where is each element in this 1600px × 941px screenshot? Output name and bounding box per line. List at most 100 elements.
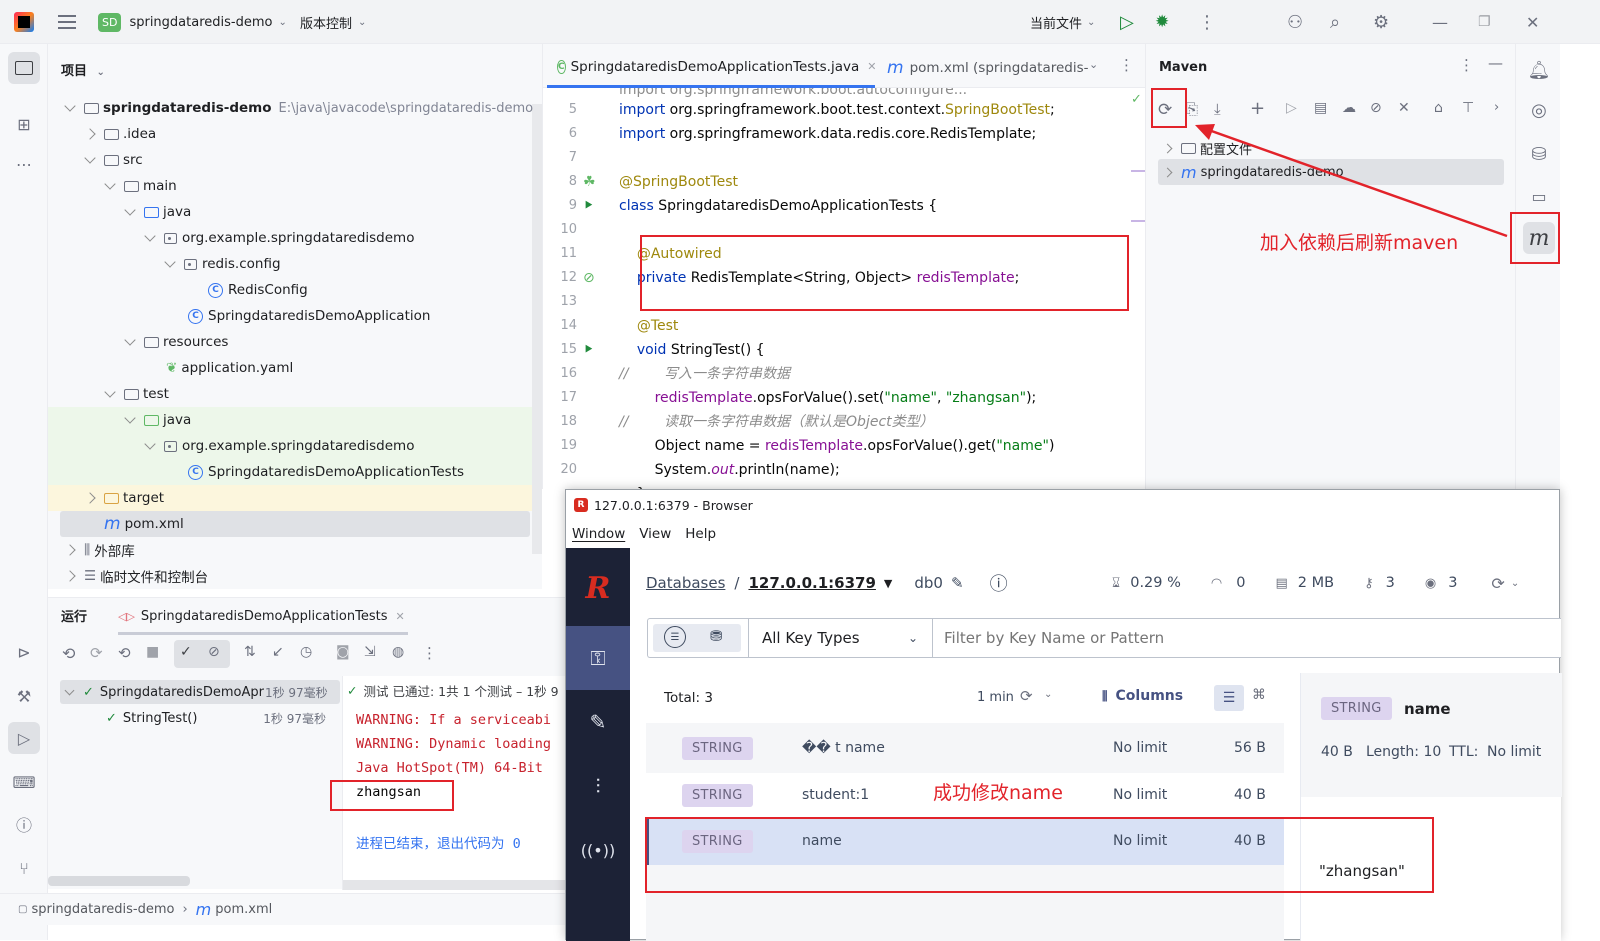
ai-assistant-icon[interactable]: ◎ <box>1523 94 1555 126</box>
close-icon[interactable]: ✕ <box>395 610 404 623</box>
tree-item-src[interactable]: src <box>84 147 143 173</box>
info-icon[interactable]: ⓘ <box>990 570 1008 596</box>
debug-icon[interactable]: ✹ <box>1155 0 1169 44</box>
analytics-icon[interactable]: ⫶ <box>566 754 630 818</box>
breadcrumb-project[interactable]: springdataredis-demo <box>31 902 174 917</box>
tree-item-java-main[interactable]: java <box>124 199 191 225</box>
tree-item-redis-config[interactable]: redis.config <box>164 251 281 277</box>
history-icon[interactable]: ◷ <box>300 644 312 660</box>
list-view-icon[interactable]: ☰ <box>664 626 686 648</box>
run-tool-icon[interactable]: ▷ <box>8 722 40 754</box>
show-ignored-icon[interactable]: ⊘ <box>208 644 220 660</box>
rerun-icon[interactable]: ⟲ <box>62 644 75 663</box>
run-test-gutter-icon[interactable]: ⯈ <box>583 338 594 362</box>
refresh-icon[interactable]: ⟳ <box>1020 687 1033 705</box>
run-tab-label[interactable]: 运行 <box>61 606 87 625</box>
run-icon[interactable]: ▷ <box>1120 0 1134 44</box>
services-icon[interactable]: ⊳ <box>8 636 40 668</box>
project-panel-title[interactable]: 项目 ⌄ <box>61 60 105 79</box>
tree-item-java-test[interactable]: java <box>124 407 191 433</box>
key-type-select[interactable]: All Key Types ⌄ <box>748 619 932 657</box>
breadcrumb-databases[interactable]: Databases <box>646 574 725 592</box>
detail-key-name[interactable]: name <box>1404 700 1451 718</box>
run-config-selector[interactable]: 当前文件 ⌄ <box>1030 0 1095 44</box>
show-passed-icon[interactable]: ✓ <box>180 644 192 660</box>
git-icon[interactable]: ⑂ <box>8 852 40 884</box>
tree-item-main[interactable]: main <box>104 173 177 199</box>
search-view-icon[interactable]: ⛃ <box>710 627 723 645</box>
tree-item-resources[interactable]: resources <box>124 329 228 355</box>
terminal-icon[interactable]: ⌨ <box>8 766 40 798</box>
caret-down-icon[interactable]: ▼ <box>884 577 892 590</box>
tree-item-redisconfig-class[interactable]: C RedisConfig <box>208 277 308 303</box>
structure-tool-icon[interactable]: ⊞ <box>8 108 40 140</box>
more-icon[interactable]: ⋮ <box>1459 56 1474 74</box>
key-filter-input[interactable] <box>944 625 1544 651</box>
run-config-tab[interactable]: ◁▷ SpringdataredisDemoApplicationTests ✕ <box>118 598 408 634</box>
tree-item-project-root[interactable]: springdataredis-demo E:\java\javacode\spr… <box>64 95 533 121</box>
close-icon[interactable]: ✕ <box>1526 0 1539 44</box>
settings-icon[interactable]: ⚙ <box>1373 0 1389 44</box>
run-test-gutter-icon[interactable]: ⯈ <box>583 194 594 218</box>
workbench-icon[interactable]: ✎ <box>566 690 630 754</box>
menu-view[interactable]: View <box>639 526 671 542</box>
vcs-menu[interactable]: 版本控制 ⌄ <box>300 0 366 44</box>
problems-icon[interactable]: ⓘ <box>8 808 40 840</box>
list-mode-icon[interactable]: ☰ <box>1214 685 1244 711</box>
console-scrollbar[interactable] <box>343 880 565 890</box>
project-tool-icon[interactable] <box>8 52 40 84</box>
test-tree-method[interactable]: ✓ StringTest() 1秒 97毫秒 <box>106 706 326 730</box>
tree-item-pom[interactable]: m pom.xml <box>104 511 184 537</box>
chevron-down-icon[interactable]: ⌄ <box>1044 689 1052 700</box>
build-icon[interactable]: ⚒ <box>8 680 40 712</box>
tree-item-test[interactable]: test <box>104 381 169 407</box>
chevron-down-icon[interactable]: ⌄ <box>1511 578 1519 589</box>
tree-item-scratches[interactable]: ☰ 临时文件和控制台 <box>64 563 208 589</box>
collapse-all-icon[interactable]: ↙ <box>272 644 284 660</box>
more-tools-icon[interactable]: ⋯ <box>8 148 40 180</box>
tree-item-package-main[interactable]: org.example.springdataredisdemo <box>144 225 414 251</box>
more-icon[interactable]: ⋮ <box>1119 56 1134 74</box>
redis-home-logo-icon[interactable]: R <box>566 556 630 620</box>
tree-mode-icon[interactable]: ⌘ <box>1252 687 1266 703</box>
tree-scrollbar[interactable] <box>48 876 190 886</box>
edit-icon[interactable]: ✎ <box>951 574 964 592</box>
detail-ttl-value[interactable]: No limit <box>1487 744 1541 760</box>
tab-list-icon[interactable]: ⌄ <box>1089 58 1098 71</box>
rerun-failed-icon[interactable]: ⟳ <box>90 644 103 662</box>
restore-icon[interactable]: ❐ <box>1478 0 1491 44</box>
minimize-icon[interactable]: — <box>1432 0 1448 44</box>
tree-item-application-class[interactable]: C SpringdataredisDemoApplication <box>188 303 430 329</box>
breadcrumb-host[interactable]: 127.0.0.1:6379 <box>748 574 875 592</box>
hide-panel-icon[interactable]: — <box>1488 54 1503 72</box>
columns-button[interactable]: ⫼ Columns <box>1102 688 1183 704</box>
tree-item-target[interactable]: target <box>84 485 164 511</box>
more-icon[interactable]: ⋮ <box>1198 0 1216 44</box>
tree-item-external-libs[interactable]: ⫼ 外部库 <box>64 537 135 563</box>
sort-icon[interactable]: ⇅ <box>244 644 256 660</box>
tab-pom-xml[interactable]: m pom.xml (springdataredis- <box>887 48 1107 88</box>
coverage-icon[interactable]: ◍ <box>392 644 404 660</box>
test-tree-root[interactable]: ✓ SpringdataredisDemoApr 1秒 97毫秒 <box>64 680 328 704</box>
menu-help[interactable]: Help <box>685 526 716 542</box>
stop-icon[interactable]: ■ <box>146 644 159 660</box>
search-icon[interactable]: ⌕ <box>1330 0 1340 44</box>
add-user-icon[interactable]: ⚇ <box>1287 0 1303 44</box>
refresh-icon[interactable]: ⟳ <box>1491 574 1504 593</box>
tree-item-package-test[interactable]: org.example.springdataredisdemo <box>144 433 414 459</box>
more-icon[interactable]: ⋮ <box>422 644 437 662</box>
notifications-icon[interactable]: 🔔︎ <box>1523 54 1555 86</box>
intellij-logo-icon[interactable] <box>14 0 34 44</box>
tree-item-application-yaml[interactable]: ❦ application.yaml <box>166 355 293 381</box>
tree-scrollbar[interactable] <box>532 104 542 554</box>
pubsub-icon[interactable]: ((•)) <box>566 818 630 882</box>
close-icon[interactable]: ✕ <box>867 60 876 73</box>
browser-key-icon[interactable]: ⚿ <box>566 626 630 690</box>
database-icon[interactable]: ⛁ <box>1523 138 1555 170</box>
tree-item-test-class[interactable]: C SpringdataredisDemoApplicationTests <box>188 459 464 485</box>
main-menu-icon[interactable] <box>58 0 76 44</box>
screenshot-icon[interactable]: ◙ <box>336 644 350 660</box>
menu-window[interactable]: Window <box>572 526 625 542</box>
spring-bean-icon[interactable]: ☘ <box>583 170 596 194</box>
breadcrumb-file[interactable]: pom.xml <box>215 902 272 917</box>
